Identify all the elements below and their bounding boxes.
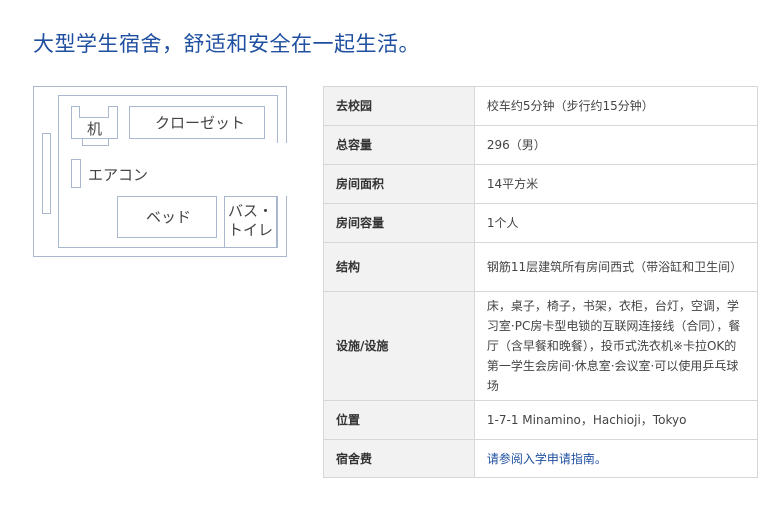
table-row: 宿舍费 请参阅入学申请指南。 xyxy=(323,439,759,478)
bed-label: ベッド xyxy=(146,208,192,226)
bath-label: バス・ トイレ xyxy=(228,202,274,239)
application-guide-link[interactable]: 请参阅入学申请指南。 xyxy=(487,452,607,466)
page-title: 大型学生宿舍，舒适和安全在一起生活。 xyxy=(33,32,420,56)
dormitory-info-table: 去校园 校车约5分钟（步行约15分钟） 总容量 296（男） 房间面积 14平方米 房… xyxy=(323,86,759,478)
closet-label: クローゼット xyxy=(155,114,246,132)
table-row: 去校园 校车约5分钟（步行约15分钟） xyxy=(323,86,759,126)
table-row: 设施/设施 床，桌子，椅子，书架，衣柜，台灯，空调，学习室·PC房卡型电锁的互联网… xyxy=(323,291,759,401)
aircon xyxy=(71,159,81,188)
aircon-label: エアコン xyxy=(88,166,149,184)
table-row: 结构 钢筋11层建筑所有房间西式（带浴缸和卫生间） xyxy=(323,242,759,292)
desk-label: 机 xyxy=(87,120,103,138)
table-row: 位置 1-7-1 Minamino，Hachioji，Tokyo xyxy=(323,400,759,440)
window xyxy=(42,133,51,214)
table-row: 房间面积 14平方米 xyxy=(323,164,759,204)
table-row: 房间容量 1个人 xyxy=(323,203,759,243)
table-row: 总容量 296（男） xyxy=(323,125,759,165)
